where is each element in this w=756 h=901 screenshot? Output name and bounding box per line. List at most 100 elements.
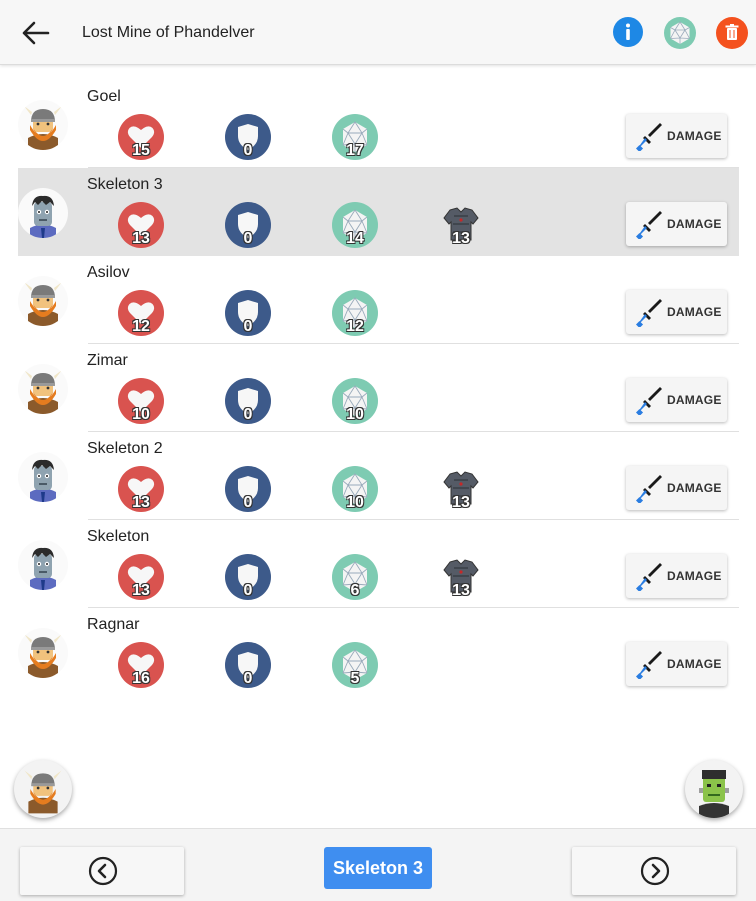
combatant-name: Asilov: [87, 264, 130, 281]
delete-button[interactable]: [716, 17, 748, 49]
back-button[interactable]: [20, 18, 52, 48]
hp-stat[interactable]: 16: [118, 642, 164, 688]
combatant-row[interactable]: Skeleton 3 13 0 14 13 DAMAGE: [18, 168, 739, 256]
combatant-name: Skeleton 2: [87, 440, 163, 457]
combatant-row[interactable]: Skeleton 13 0 6 13 DAMAGE: [18, 520, 739, 608]
frankenstein-avatar-icon: [699, 770, 729, 818]
shield-stat[interactable]: 0: [225, 554, 271, 600]
dice-stat[interactable]: 10: [332, 466, 378, 512]
trash-icon: [716, 17, 748, 49]
shield-value: 0: [243, 230, 253, 247]
shield-stat[interactable]: 0: [225, 466, 271, 512]
shield-stat[interactable]: 0: [225, 114, 271, 160]
hp-value: 13: [132, 230, 150, 247]
dice-stat[interactable]: 14: [332, 202, 378, 248]
hp-value: 13: [132, 494, 150, 511]
info-button[interactable]: [613, 17, 643, 47]
app-header: Lost Mine of Phandelver: [0, 0, 756, 65]
dice-value: 14: [346, 230, 364, 247]
dice-stat[interactable]: 12: [332, 290, 378, 336]
zombie-avatar-icon: [30, 195, 56, 238]
hp-stat[interactable]: 13: [118, 554, 164, 600]
avatar: [18, 364, 68, 414]
damage-label: DAMAGE: [667, 217, 722, 231]
damage-button[interactable]: DAMAGE: [626, 290, 727, 334]
hp-stat[interactable]: 13: [118, 202, 164, 248]
armor-stat[interactable]: 13: [438, 466, 484, 512]
avatar: [18, 628, 68, 678]
dice-value: 12: [346, 318, 364, 335]
combatant-row[interactable]: Goel 15 0 17 DAMAGE: [18, 80, 739, 168]
dwarf-avatar-icon: [24, 634, 62, 678]
add-monster-button[interactable]: [685, 760, 743, 818]
damage-button[interactable]: DAMAGE: [626, 202, 727, 246]
dice-value: 5: [350, 670, 360, 687]
avatar: [18, 100, 68, 150]
armor-value: 13: [452, 494, 470, 511]
previous-turn-button[interactable]: [20, 847, 184, 895]
combatant-name: Skeleton 3: [87, 176, 163, 193]
hp-stat[interactable]: 15: [118, 114, 164, 160]
hp-value: 10: [132, 406, 150, 423]
zombie-avatar-icon: [30, 459, 56, 502]
combatant-name: Zimar: [87, 352, 128, 369]
sword-icon: [636, 211, 662, 239]
dice-stat[interactable]: 17: [332, 114, 378, 160]
shield-value: 0: [243, 670, 253, 687]
arrow-back-icon: [22, 21, 50, 45]
hp-value: 13: [132, 582, 150, 599]
next-turn-button[interactable]: [572, 847, 736, 895]
add-player-button[interactable]: [14, 760, 72, 818]
dice-value: 6: [350, 582, 360, 599]
turn-navigation-bar: Skeleton 3: [0, 828, 756, 901]
armor-stat[interactable]: 13: [438, 554, 484, 600]
sword-icon: [636, 475, 662, 503]
hp-stat[interactable]: 10: [118, 378, 164, 424]
damage-button[interactable]: DAMAGE: [626, 466, 727, 510]
avatar: [18, 452, 68, 502]
armor-value: 13: [452, 230, 470, 247]
hp-value: 15: [132, 142, 150, 159]
dice-value: 17: [346, 142, 364, 159]
hp-stat[interactable]: 12: [118, 290, 164, 336]
dwarf-avatar-icon: [24, 370, 62, 414]
dwarf-avatar-icon: [24, 106, 62, 150]
armor-stat[interactable]: 13: [438, 202, 484, 248]
sword-icon: [636, 651, 662, 679]
combatant-row[interactable]: Asilov 12 0 12 DAMAGE: [18, 256, 739, 344]
page-title: Lost Mine of Phandelver: [82, 24, 255, 41]
info-icon: [613, 17, 643, 47]
shield-stat[interactable]: 0: [225, 202, 271, 248]
dice-stat[interactable]: 5: [332, 642, 378, 688]
shield-stat[interactable]: 0: [225, 290, 271, 336]
shield-value: 0: [243, 142, 253, 159]
dwarf-avatar-icon: [24, 282, 62, 326]
damage-button[interactable]: DAMAGE: [626, 642, 727, 686]
hp-stat[interactable]: 13: [118, 466, 164, 512]
damage-label: DAMAGE: [667, 481, 722, 495]
damage-button[interactable]: DAMAGE: [626, 114, 727, 158]
damage-button[interactable]: DAMAGE: [626, 378, 727, 422]
avatar: [18, 540, 68, 590]
current-turn-button[interactable]: Skeleton 3: [324, 847, 432, 889]
dice-stat[interactable]: 6: [332, 554, 378, 600]
roll-dice-button[interactable]: [664, 17, 696, 49]
damage-button[interactable]: DAMAGE: [626, 554, 727, 598]
damage-label: DAMAGE: [667, 305, 722, 319]
shield-stat[interactable]: 0: [225, 378, 271, 424]
avatar: [18, 276, 68, 326]
avatar: [18, 188, 68, 238]
combatant-row[interactable]: Zimar 10 0 10 DAMAGE: [18, 344, 739, 432]
shield-value: 0: [243, 582, 253, 599]
combatant-row[interactable]: Skeleton 2 13 0 10 13 DAMAGE: [18, 432, 739, 520]
armor-value: 13: [452, 582, 470, 599]
shield-value: 0: [243, 494, 253, 511]
d20-dice-icon: [664, 17, 696, 49]
dice-stat[interactable]: 10: [332, 378, 378, 424]
zombie-avatar-icon: [30, 547, 56, 590]
combatant-row[interactable]: Ragnar 16 0 5 DAMAGE: [18, 608, 739, 696]
dice-value: 10: [346, 494, 364, 511]
sword-icon: [636, 387, 662, 415]
shield-stat[interactable]: 0: [225, 642, 271, 688]
combatant-name: Goel: [87, 88, 121, 105]
